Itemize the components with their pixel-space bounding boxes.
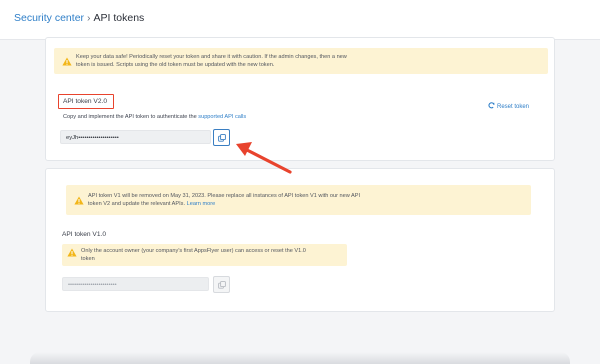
annotation-arrow (236, 142, 292, 174)
bottom-shadow (30, 352, 570, 364)
